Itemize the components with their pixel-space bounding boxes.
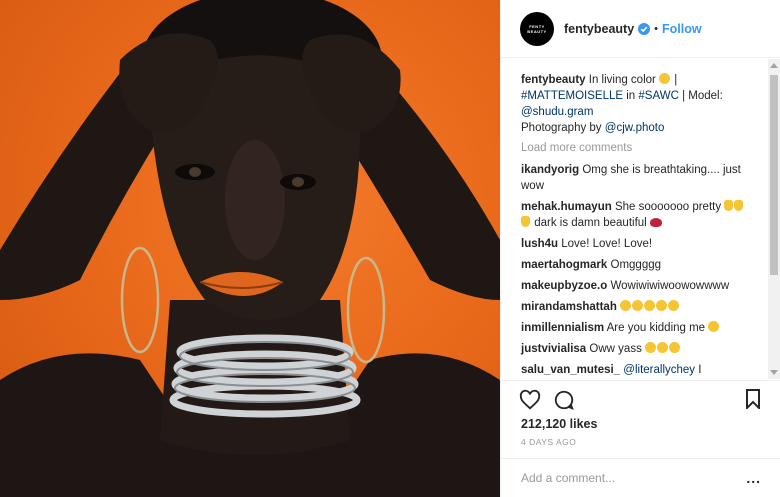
verified-badge-icon <box>638 22 651 35</box>
comment-mention[interactable]: @literallychey <box>623 364 695 376</box>
comment-username[interactable]: justvivialisa <box>521 343 586 355</box>
hand-emoji-icon <box>734 200 744 211</box>
kiss-emoji-icon <box>708 321 720 332</box>
follow-button[interactable]: Follow <box>662 22 702 36</box>
scroll-down-arrow-icon[interactable] <box>770 370 778 375</box>
post-caption: fentybeauty In living color | #MATTEMOIS… <box>521 72 757 136</box>
add-comment-input[interactable]: Add a comment... <box>521 471 615 485</box>
mention-photographer[interactable]: @cjw.photo <box>605 122 665 134</box>
post-photo[interactable] <box>0 0 500 497</box>
smile-emoji-icon <box>657 342 669 353</box>
comment-username[interactable]: mirandamshattah <box>521 301 617 313</box>
separator-dot: • <box>654 22 659 35</box>
comment-username[interactable]: ikandyorig <box>521 164 579 176</box>
scrollbar-thumb[interactable] <box>770 75 778 275</box>
comment-username[interactable]: inmillennialism <box>521 322 604 334</box>
comments-scrollbar[interactable] <box>768 59 780 379</box>
comment-text: Oww yass <box>589 343 642 355</box>
caption-username[interactable]: fentybeauty <box>521 74 586 86</box>
comments-list: fentybeauty In living color | #MATTEMOIS… <box>501 59 769 379</box>
comment: inmillennialism Are you kidding me <box>521 320 757 336</box>
sun-emoji-icon <box>659 73 671 84</box>
smile-emoji-icon <box>656 300 668 311</box>
post-header: FENTY BEAUTY fentybeauty • Follow <box>501 0 780 58</box>
model-portrait-image <box>0 0 500 497</box>
smile-emoji-icon <box>632 300 644 311</box>
heart-emoji-icon <box>649 218 662 227</box>
comment-username[interactable]: makeupbyzoe.o <box>521 280 607 292</box>
like-count[interactable]: 212,120 likes <box>521 417 597 431</box>
comment: justvivialisa Oww yass <box>521 341 757 357</box>
action-icons <box>519 389 575 411</box>
comment-text: dark is damn beautiful <box>534 217 647 229</box>
comment-text: Omggggg <box>610 259 662 271</box>
smile-emoji-icon <box>644 300 656 311</box>
smile-emoji-icon <box>620 300 632 311</box>
comment-username[interactable]: lush4u <box>521 238 558 250</box>
smile-emoji-icon <box>645 342 657 353</box>
hand-emoji-icon <box>521 216 530 227</box>
caption-text-1: In living color <box>588 74 656 86</box>
scroll-up-arrow-icon[interactable] <box>770 63 778 68</box>
comment-username[interactable]: maertahogmark <box>521 259 607 271</box>
post-actions: 212,120 likes 4 DAYS AGO <box>501 380 780 470</box>
load-more-comments-button[interactable]: Load more comments <box>521 140 757 156</box>
brand-logo-text: FENTY BEAUTY <box>527 23 547 34</box>
comment: mirandamshattah <box>521 299 757 315</box>
post-date: 4 DAYS AGO <box>521 437 577 447</box>
smile-emoji-icon <box>668 300 680 311</box>
mention-model[interactable]: @shudu.gram <box>521 106 593 118</box>
hashtag-mattemoiselle[interactable]: #MATTEMOISELLE <box>521 90 623 102</box>
comment-text: Are you kidding me <box>606 322 706 334</box>
comment-text: Love! Love! Love! <box>561 238 653 250</box>
header-username[interactable]: fentybeauty <box>564 22 634 36</box>
smile-emoji-icon <box>669 342 681 353</box>
hand-emoji-icon <box>724 200 734 211</box>
avatar[interactable]: FENTY BEAUTY <box>520 11 554 46</box>
comment: salu_van_mutesi_ @literallychey I unders… <box>521 362 757 379</box>
caption-text-5: Photography by <box>521 122 602 134</box>
comment: ikandyorig Omg she is breathtaking.... j… <box>521 162 757 194</box>
comment: mehak.humayun She sooooooo pretty dark i… <box>521 199 757 231</box>
comment-text: Wowiwiwiwoowowwww <box>610 280 730 292</box>
comment-username[interactable]: salu_van_mutesi_ <box>521 364 620 376</box>
comment-username[interactable]: mehak.humayun <box>521 201 612 213</box>
post-side-panel: FENTY BEAUTY fentybeauty • Follow fentyb… <box>500 0 780 497</box>
comment: makeupbyzoe.o Wowiwiwiwoowowwww <box>521 278 757 294</box>
comment: maertahogmark Omggggg <box>521 257 757 273</box>
caption-text-2: | <box>674 74 678 86</box>
caption-text-3: in <box>626 90 636 102</box>
comment: lush4u Love! Love! Love! <box>521 236 757 252</box>
more-options-icon[interactable]: ... <box>746 470 761 486</box>
comment-bubble-icon[interactable] <box>553 389 575 411</box>
bookmark-icon[interactable] <box>745 389 761 409</box>
caption-text-4: | Model: <box>682 90 723 102</box>
comment-text: She sooooooo pretty <box>614 201 722 213</box>
hashtag-sawc[interactable]: #SAWC <box>638 90 678 102</box>
add-comment-bar: Add a comment... ... <box>501 458 780 497</box>
heart-icon[interactable] <box>519 389 541 411</box>
